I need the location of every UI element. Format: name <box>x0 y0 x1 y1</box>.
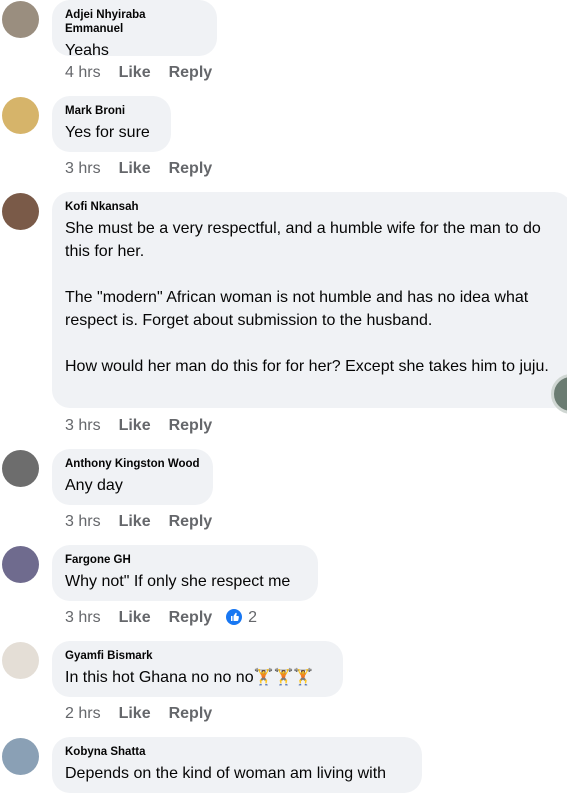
comment-text: Any day <box>65 477 123 494</box>
comment-author[interactable]: Kofi Nkansah <box>65 200 559 214</box>
like-button[interactable]: Like <box>119 63 151 83</box>
reply-button[interactable]: Reply <box>169 704 213 724</box>
comment-time[interactable]: 4 hrs <box>65 63 101 83</box>
comment-author[interactable]: Fargone GH <box>65 553 305 567</box>
reply-button[interactable]: Reply <box>169 512 213 532</box>
reply-button[interactable]: Reply <box>169 416 213 436</box>
reaction-summary[interactable]: 2 <box>226 608 257 628</box>
avatar[interactable] <box>2 450 39 487</box>
comment-text: She must be a very respectful, and a hum… <box>65 220 549 375</box>
like-button[interactable]: Like <box>119 704 151 724</box>
comment-author[interactable]: Gyamfi Bismark <box>65 649 330 663</box>
avatar[interactable] <box>2 1 39 38</box>
comment-author[interactable]: Kobyna Shatta <box>65 745 409 759</box>
reaction-count: 2 <box>248 609 258 626</box>
like-button[interactable]: Like <box>119 512 151 532</box>
comment-text: Why not" If only she respect me <box>65 573 291 590</box>
like-button[interactable]: Like <box>119 608 151 628</box>
comment-bubble: Fargone GH Why not" If only she respect … <box>52 545 318 601</box>
reply-button[interactable]: Reply <box>169 159 213 179</box>
comment-actions: 4 hrs Like Reply <box>65 63 212 83</box>
avatar[interactable] <box>2 642 39 679</box>
comment-author[interactable]: Adjei Nhyiraba Emmanuel <box>65 8 204 36</box>
comment-actions: 3 hrs Like Reply <box>65 159 212 179</box>
comment-bubble: Kofi Nkansah She must be a very respectf… <box>52 192 567 408</box>
comment-bubble: Gyamfi Bismark In this hot Ghana no no n… <box>52 641 343 697</box>
comment-text: Depends on the kind of woman am living w… <box>65 765 387 782</box>
comment-actions: 2 hrs Like Reply <box>65 704 212 724</box>
comment-time[interactable]: 3 hrs <box>65 159 101 179</box>
like-button[interactable]: Like <box>119 159 151 179</box>
avatar[interactable] <box>2 546 39 583</box>
avatar[interactable] <box>2 97 39 134</box>
reply-button[interactable]: Reply <box>169 608 213 628</box>
comment-time[interactable]: 3 hrs <box>65 416 101 436</box>
comment-text: Yeahs <box>65 42 109 59</box>
thumbs-up-icon <box>226 609 243 625</box>
reply-button[interactable]: Reply <box>169 63 213 83</box>
comment-bubble: Anthony Kingston Wood Any day <box>52 449 213 505</box>
comment-time[interactable]: 2 hrs <box>65 704 101 724</box>
comment-text: Yes for sure <box>65 124 150 141</box>
comment-actions: 3 hrs Like Reply <box>65 416 212 436</box>
comment-author[interactable]: Anthony Kingston Wood <box>65 457 200 471</box>
comment-bubble: Mark Broni Yes for sure <box>52 96 171 152</box>
comment-bubble: Adjei Nhyiraba Emmanuel Yeahs <box>52 0 217 59</box>
comment-time[interactable]: 3 hrs <box>65 512 101 532</box>
avatar[interactable] <box>2 738 39 775</box>
comment-actions: 3 hrs Like Reply 2 <box>65 608 257 628</box>
comment-bubble: Kobyna Shatta Depends on the kind of wom… <box>52 737 422 793</box>
comment-author[interactable]: Mark Broni <box>65 104 158 118</box>
comment-time[interactable]: 3 hrs <box>65 608 101 628</box>
comment-text: In this hot Ghana no no no🏋🏋🏋 <box>65 669 314 686</box>
avatar[interactable] <box>2 193 39 230</box>
comment-actions: 3 hrs Like Reply <box>65 512 212 532</box>
like-button[interactable]: Like <box>119 416 151 436</box>
